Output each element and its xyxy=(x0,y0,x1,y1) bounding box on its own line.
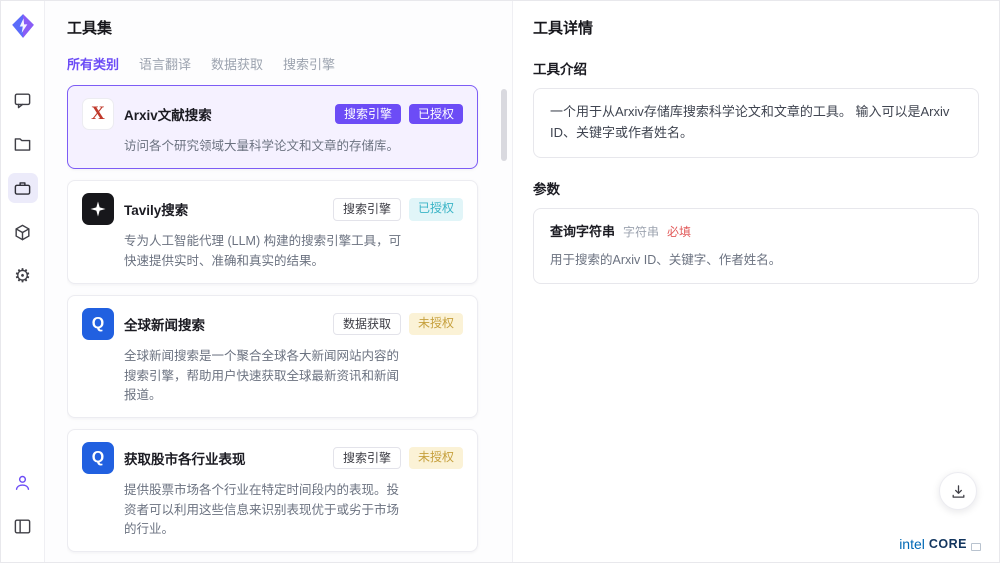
param-type: 字符串 xyxy=(623,223,659,242)
tool-list-panel: 工具集 所有类别 语言翻译 数据获取 搜索引擎 X Arxiv文献搜索 搜索引擎… xyxy=(45,1,513,562)
param-name: 查询字符串 xyxy=(550,222,615,243)
nav-folder-icon[interactable] xyxy=(8,129,38,159)
tavily-star-icon xyxy=(82,193,114,225)
category-badge: 搜索引擎 xyxy=(333,198,401,220)
param-required-flag: 必填 xyxy=(667,223,691,242)
detail-title: 工具详情 xyxy=(533,17,979,38)
tab-search-engine[interactable]: 搜索引擎 xyxy=(283,54,335,73)
auth-status-badge: 未授权 xyxy=(409,447,463,469)
param-box: 查询字符串 字符串 必填 用于搜索的Arxiv ID、关键字、作者姓名。 xyxy=(533,208,979,285)
tool-intro-text: 一个用于从Arxiv存储库搜索科学论文和文章的工具。 输入可以是Arxiv ID… xyxy=(550,104,949,140)
tool-list-title: 工具集 xyxy=(67,17,512,38)
tianapi-q-icon: Q xyxy=(82,308,114,340)
tab-data-fetch[interactable]: 数据获取 xyxy=(211,54,263,73)
nav-tools-briefcase-icon[interactable] xyxy=(8,173,38,203)
app-window: ⚙ 工具集 所有类别 语言翻译 数据获取 搜索引擎 X Arxiv文献搜索 搜索… xyxy=(0,0,1000,563)
auth-status-badge: 已授权 xyxy=(409,198,463,220)
tool-name: 全球新闻搜索 xyxy=(124,314,205,334)
category-badge: 数据获取 xyxy=(333,313,401,335)
tool-intro-box: 一个用于从Arxiv存储库搜索科学论文和文章的工具。 输入可以是Arxiv ID… xyxy=(533,88,979,158)
app-logo-icon xyxy=(10,13,36,44)
tool-name: 获取股市各行业表现 xyxy=(124,448,246,468)
auth-status-badge: 已授权 xyxy=(409,104,463,124)
intel-core-logo: intel CORE xyxy=(899,536,981,552)
params-section-title: 参数 xyxy=(533,178,979,198)
tool-description: 全球新闻搜索是一个聚合全球各大新闻网站内容的搜索引擎，帮助用户快速获取全球最新资… xyxy=(124,347,411,405)
category-badge: 搜索引擎 xyxy=(333,447,401,469)
tool-description: 访问各个研究领域大量科学论文和文章的存储库。 xyxy=(124,137,411,156)
tool-card-list: X Arxiv文献搜索 搜索引擎 已授权 访问各个研究领域大量科学论文和文章的存… xyxy=(67,85,512,562)
tool-card-arxiv[interactable]: X Arxiv文献搜索 搜索引擎 已授权 访问各个研究领域大量科学论文和文章的存… xyxy=(67,85,478,169)
intro-section-title: 工具介绍 xyxy=(533,58,979,78)
download-button[interactable] xyxy=(939,472,977,510)
tianapi-q-icon: Q xyxy=(82,442,114,474)
nav-chat-icon[interactable] xyxy=(8,85,38,115)
tool-card-global-news[interactable]: Q 全球新闻搜索 数据获取 未授权 全球新闻搜索是一个聚合全球各大新闻网站内容的… xyxy=(67,295,478,418)
collapse-panel-icon[interactable] xyxy=(8,511,38,541)
icon-rail: ⚙ xyxy=(1,1,45,562)
user-avatar-icon[interactable] xyxy=(8,467,38,497)
tool-card-sector-performance[interactable]: Q 获取股市各行业表现 搜索引擎 未授权 提供股票市场各个行业在特定时间段内的表… xyxy=(67,429,478,552)
tool-name: Tavily搜索 xyxy=(124,199,188,219)
param-description: 用于搜索的Arxiv ID、关键字、作者姓名。 xyxy=(550,250,962,270)
category-tabs: 所有类别 语言翻译 数据获取 搜索引擎 xyxy=(67,54,512,73)
intel-core-tag xyxy=(971,543,981,551)
tab-translation[interactable]: 语言翻译 xyxy=(139,54,191,73)
tool-description: 提供股票市场各个行业在特定时间段内的表现。投资者可以利用这些信息来识别表现优于或… xyxy=(124,481,411,539)
tool-detail-panel: 工具详情 工具介绍 一个用于从Arxiv存储库搜索科学论文和文章的工具。 输入可… xyxy=(513,1,999,562)
nav-package-icon[interactable] xyxy=(8,217,38,247)
tab-all-categories[interactable]: 所有类别 xyxy=(67,54,119,73)
nav-settings-gear-icon[interactable]: ⚙ xyxy=(8,261,38,291)
tool-description: 专为人工智能代理 (LLM) 构建的搜索引擎工具，可快速提供实时、准确和真实的结… xyxy=(124,232,411,271)
auth-status-badge: 未授权 xyxy=(409,313,463,335)
tool-name: Arxiv文献搜索 xyxy=(124,104,212,124)
category-badge: 搜索引擎 xyxy=(335,104,401,124)
list-scrollbar-thumb[interactable] xyxy=(501,89,507,161)
tool-card-tavily[interactable]: Tavily搜索 搜索引擎 已授权 专为人工智能代理 (LLM) 构建的搜索引擎… xyxy=(67,180,478,284)
arxiv-logo-icon: X xyxy=(82,98,114,130)
